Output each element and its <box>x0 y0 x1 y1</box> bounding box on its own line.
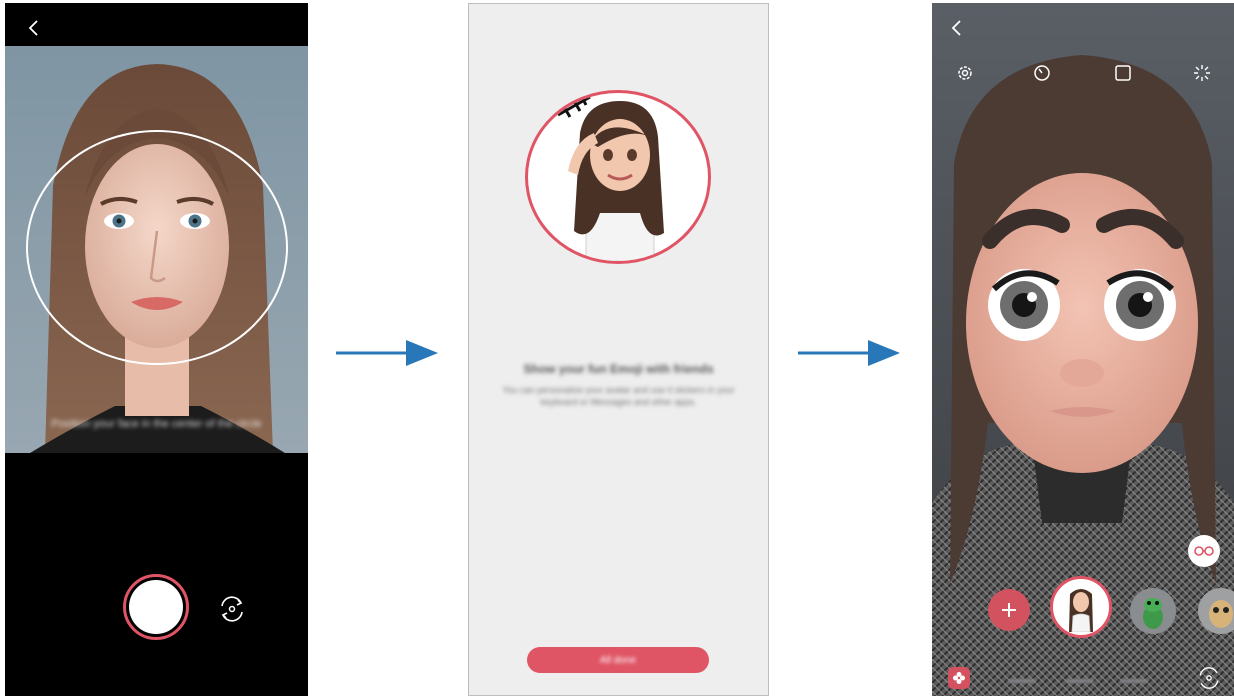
emoji-avatar-selected[interactable] <box>1050 576 1112 638</box>
chevron-left-icon <box>951 20 961 36</box>
back-button[interactable] <box>19 13 49 43</box>
switch-camera-icon <box>221 596 243 622</box>
mode-tab[interactable] <box>1008 679 1036 683</box>
face-guide-circle <box>26 130 288 365</box>
all-done-button[interactable]: All done <box>527 647 709 673</box>
glasses-sticker-button[interactable] <box>1188 535 1220 567</box>
back-button[interactable] <box>942 13 972 43</box>
mode-bar <box>932 653 1234 696</box>
bixby-vision-button[interactable] <box>948 667 970 689</box>
aspect-ratio-button[interactable] <box>1110 60 1136 86</box>
flash-button[interactable] <box>1189 60 1215 86</box>
capture-instruction: Position your face in the center of the … <box>51 418 262 430</box>
my-emoji-avatar <box>1069 589 1093 632</box>
avatar-preview <box>525 90 711 264</box>
mode-tab[interactable] <box>1066 679 1094 683</box>
flow-arrow-right <box>798 340 900 366</box>
switch-camera-button[interactable] <box>1196 665 1222 691</box>
dino-emoji-icon <box>1143 598 1163 629</box>
glasses-icon <box>1194 546 1214 556</box>
avatar-image <box>557 95 664 261</box>
add-emoji-button[interactable] <box>988 589 1030 631</box>
timer-icon <box>1034 65 1050 81</box>
timer-button[interactable] <box>1029 60 1055 86</box>
chevron-left-icon <box>28 20 38 36</box>
intro-body: You can personalize your avatar and use … <box>502 385 735 407</box>
emoji-option-dino[interactable] <box>1130 588 1176 634</box>
intro-title: Show your fun Emoji with friends <box>523 362 714 376</box>
all-done-label: All done <box>599 654 637 666</box>
flower-icon <box>953 672 965 684</box>
flow-arrow-right <box>336 340 438 366</box>
settings-button[interactable] <box>952 60 978 86</box>
gear-icon <box>958 66 972 80</box>
capture-screen: Position your face in the center of the … <box>5 3 308 696</box>
intro-screen: Show your fun Emoji with friends You can… <box>468 3 769 696</box>
flash-off-icon <box>1194 65 1210 81</box>
shutter-button[interactable] <box>123 574 189 640</box>
mode-tab[interactable] <box>1120 679 1148 683</box>
aspect-ratio-icon <box>1115 65 1131 81</box>
plus-icon <box>1002 603 1016 617</box>
ar-camera-screen <box>932 3 1234 696</box>
switch-camera-icon <box>1199 667 1219 689</box>
switch-camera-button[interactable] <box>217 594 247 624</box>
